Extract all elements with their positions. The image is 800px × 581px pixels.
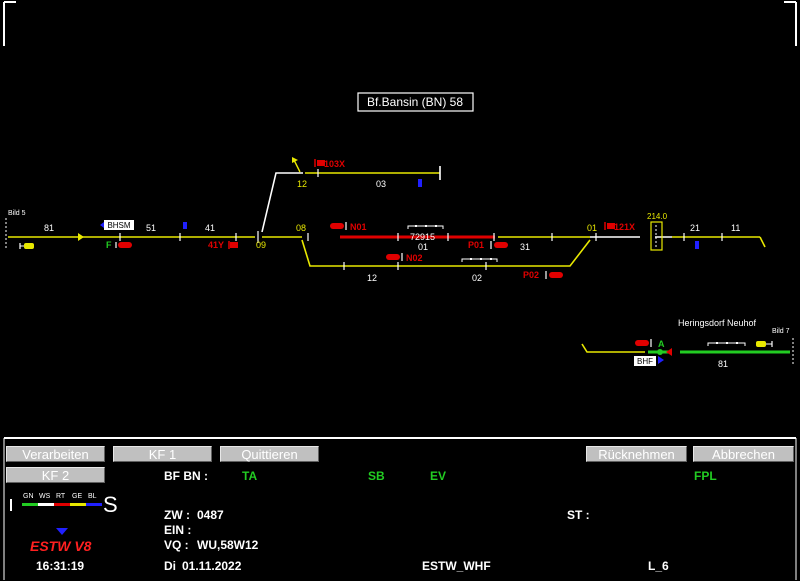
- track-51: 51: [146, 223, 156, 233]
- track-11: 11: [731, 223, 740, 233]
- color-legend: GN WS RT GE BL: [10, 493, 102, 511]
- crossing-label: 214.0: [647, 212, 668, 221]
- track-03: 03: [376, 179, 386, 189]
- down-triangle-icon: [56, 528, 68, 535]
- train-number: 72915: [410, 232, 435, 242]
- signal-p02: [545, 271, 563, 279]
- track-02: 02: [472, 273, 482, 283]
- kf1-button[interactable]: KF 1: [113, 446, 212, 462]
- sb-indicator: SB: [368, 469, 385, 483]
- signal-p02-label: P02: [523, 270, 539, 280]
- blue-marker: [183, 222, 187, 229]
- legend-ws: WS: [39, 493, 51, 500]
- bild-right-label: Bild 7: [772, 328, 790, 335]
- quittieren-button[interactable]: Quittieren: [220, 446, 319, 462]
- right-yellow-signal: [756, 341, 773, 347]
- abbrechen-button[interactable]: Abbrechen: [693, 446, 794, 462]
- bhf-label: BHF: [637, 357, 653, 366]
- day-label: Di: [164, 559, 176, 573]
- signal-41y: [228, 241, 238, 249]
- kf2-button[interactable]: KF 2: [6, 467, 105, 483]
- blue-marker-03: [418, 179, 422, 187]
- zw-value: 0487: [197, 508, 224, 522]
- track-21: 21: [690, 223, 700, 233]
- st-label: ST :: [567, 508, 590, 522]
- ruecknehmen-button[interactable]: Rücknehmen: [586, 446, 687, 462]
- station-title: Bf.Bansin (BN) 58: [367, 95, 463, 109]
- signal-41y-label: 41Y: [208, 240, 224, 250]
- system-label: ESTW_WHF: [422, 559, 491, 573]
- blue-marker-21: [695, 241, 699, 249]
- estw-screen: Bf.Bansin (BN) 58 Bild 5 BHSM F 41Y 103X…: [0, 0, 800, 581]
- ein-label: EIN :: [164, 523, 192, 537]
- blue-right-arrow-icon: [658, 356, 664, 364]
- ta-indicator: TA: [242, 469, 258, 483]
- bhsm-label: BHSM: [107, 221, 130, 230]
- track-01-right: 01: [587, 223, 597, 233]
- left-yellow-signal: [19, 243, 34, 249]
- brand-logo: ESTW V8: [30, 538, 92, 554]
- signal-f-label: F: [106, 240, 112, 250]
- signal-a-label: A: [658, 339, 665, 349]
- legend-bl: BL: [88, 493, 97, 500]
- zw-label: ZW :: [164, 508, 190, 522]
- bf-label: BF BN :: [164, 469, 208, 483]
- s-indicator: S: [103, 492, 118, 517]
- signal-p01: [490, 241, 508, 249]
- track-08: 08: [296, 223, 306, 233]
- legend-ge: GE: [72, 493, 82, 500]
- fpl-indicator: FPL: [694, 469, 717, 483]
- track-81-right: 81: [718, 359, 728, 369]
- track-12-lower: 12: [367, 273, 377, 283]
- ev-indicator: EV: [430, 469, 447, 483]
- signal-n02-label: N02: [406, 253, 423, 263]
- track-numbers: 81 51 41 09 08 12 03 72915 01 31 12 02 0…: [44, 179, 740, 369]
- clock: 16:31:19: [36, 559, 85, 573]
- signal-103x-label: 103X: [324, 159, 345, 169]
- track-81: 81: [44, 223, 54, 233]
- vq-label: VQ :: [164, 538, 189, 552]
- red-arrow-icon: [666, 348, 672, 356]
- legend-gn: GN: [23, 493, 34, 500]
- platform-markers: [407, 225, 746, 346]
- signal-121x-label: 121X: [614, 222, 635, 232]
- bild-left-label: Bild 5: [8, 210, 26, 217]
- track-09: 09: [256, 240, 266, 250]
- direction-arrow-icon: [78, 233, 84, 241]
- legend-rt: RT: [56, 493, 66, 500]
- track-41: 41: [205, 223, 215, 233]
- frame-marks: [3, 1, 797, 46]
- verarbeiten-button[interactable]: Verarbeiten: [6, 446, 105, 462]
- vq-value: WU,58W12: [197, 538, 259, 552]
- heringsdorf-label: Heringsdorf Neuhof: [678, 318, 757, 328]
- track-12-upper: 12: [297, 179, 307, 189]
- signal-n01: [330, 222, 347, 230]
- track-31: 31: [520, 242, 530, 252]
- level-label: L_6: [648, 559, 669, 573]
- signal-n02: [386, 253, 403, 261]
- signal-f: [115, 242, 132, 248]
- date-label: 01.11.2022: [182, 559, 242, 573]
- track-01-center: 01: [418, 242, 428, 252]
- blue-arrow-icon: [100, 222, 104, 228]
- signal-n01-label: N01: [350, 222, 367, 232]
- signal-p01-label: P01: [468, 240, 484, 250]
- track-diagram: Bf.Bansin (BN) 58 Bild 5 BHSM F 41Y 103X…: [3, 1, 797, 580]
- up-arrow-icon: [292, 157, 301, 173]
